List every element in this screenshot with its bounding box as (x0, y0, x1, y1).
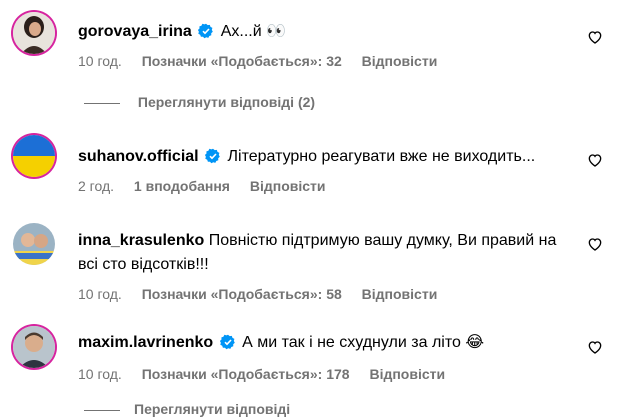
like-heart-icon[interactable] (587, 236, 603, 252)
verified-badge-icon (219, 334, 235, 350)
reply-button[interactable]: Відповісти (369, 366, 445, 382)
comment-meta: 2 год. 1 вподобання Відповісти (78, 178, 326, 194)
comment-body: maxim.lavrinenko А ми так і не схуднули … (78, 331, 568, 355)
ukraine-flag-avatar-icon (13, 135, 55, 177)
comment-time[interactable]: 10 год. (78, 286, 122, 302)
username[interactable]: maxim.lavrinenko (78, 334, 213, 351)
likes-count[interactable]: Позначки «Подобається»: 178 (142, 366, 350, 382)
avatar[interactable] (13, 326, 55, 368)
comment-time[interactable]: 2 год. (78, 178, 114, 194)
view-replies-button[interactable]: Переглянути відповіді (134, 401, 290, 417)
like-heart-icon[interactable] (587, 29, 603, 45)
like-heart-icon[interactable] (587, 339, 603, 355)
avatar[interactable] (13, 135, 55, 177)
comment-text: Ах...й 👀 (220, 23, 287, 40)
reply-button[interactable]: Відповісти (250, 178, 326, 194)
username[interactable]: inna_krasulenko (78, 232, 204, 249)
like-heart-icon[interactable] (587, 152, 603, 168)
verified-badge-icon (205, 148, 220, 164)
reply-button[interactable]: Відповісти (362, 53, 438, 69)
username[interactable]: suhanov.official (78, 148, 199, 165)
likes-count[interactable]: Позначки «Подобається»: 32 (142, 53, 342, 69)
comment-meta: 10 год. Позначки «Подобається»: 58 Відпо… (78, 286, 437, 302)
username[interactable]: gorovaya_irina (78, 23, 192, 40)
comment-meta: 10 год. Позначки «Подобається»: 32 Відпо… (78, 53, 437, 69)
comment-text: А ми так і не схуднули за літо 😂 (242, 334, 485, 351)
comment-text: Літературно реагувати вже не виходить... (227, 148, 536, 165)
avatar[interactable] (13, 12, 55, 54)
profile-photo-icon (13, 12, 55, 54)
avatar[interactable] (13, 223, 55, 265)
verified-badge-icon (198, 23, 214, 39)
view-replies-button[interactable]: Переглянути відповіді (2) (84, 94, 315, 114)
replies-divider-line (84, 102, 120, 104)
comment-meta: 10 год. Позначки «Подобається»: 178 Відп… (78, 366, 445, 382)
likes-count[interactable]: Позначки «Подобається»: 58 (142, 286, 342, 302)
profile-photo-icon (13, 326, 55, 368)
likes-count[interactable]: 1 вподобання (134, 178, 230, 194)
comment-time[interactable]: 10 год. (78, 366, 122, 382)
replies-divider-line (84, 410, 120, 411)
comment-body: suhanov.official Літературно реагувати в… (78, 145, 568, 169)
reply-button[interactable]: Відповісти (362, 286, 438, 302)
comment-time[interactable]: 10 год. (78, 53, 122, 69)
comment-body: inna_krasulenko Повністю підтримую вашу … (78, 229, 568, 277)
profile-photo-icon (13, 223, 55, 265)
view-replies-label[interactable]: Переглянути відповіді (2) (138, 94, 315, 110)
comment-body: gorovaya_irina Ах...й 👀 (78, 20, 568, 44)
